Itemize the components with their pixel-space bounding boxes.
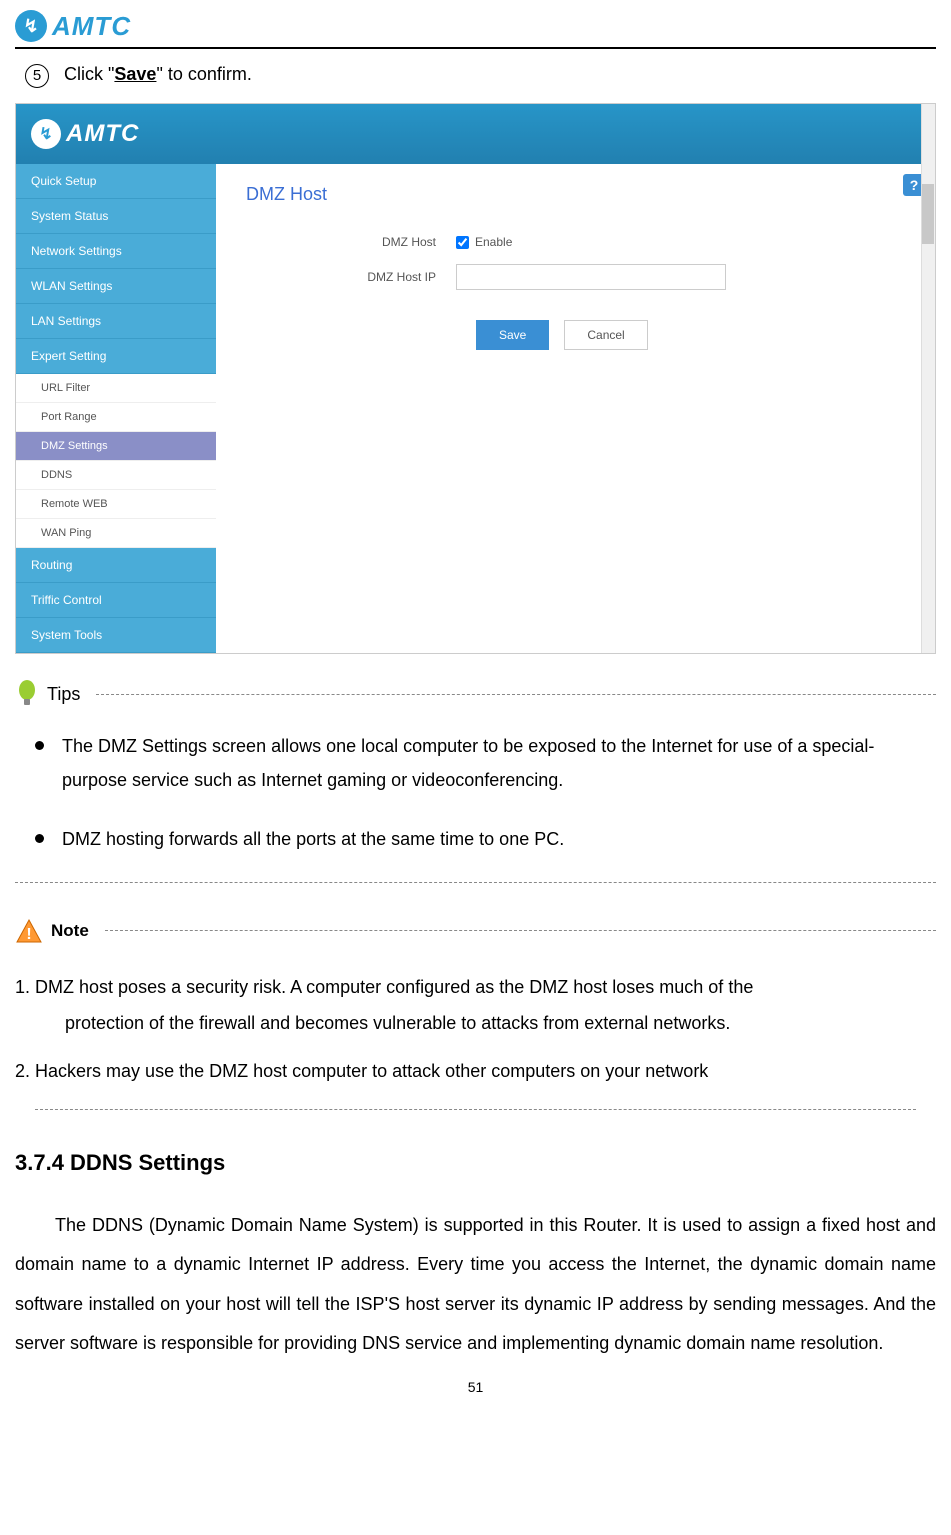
section-heading: 3.7.4 DDNS Settings: [15, 1150, 936, 1176]
bullet-icon: [35, 741, 44, 750]
note-1-num: 1.: [15, 977, 30, 997]
instruction-suffix: " to confirm.: [156, 64, 251, 84]
tips-section: Tips: [15, 679, 936, 709]
label-dmz-ip: DMZ Host IP: [246, 270, 456, 284]
save-button[interactable]: Save: [476, 320, 549, 350]
sidebar-sub-dmz-settings[interactable]: DMZ Settings: [16, 432, 216, 461]
screenshot-header: ↯ AMTC: [16, 104, 935, 164]
step-number: 5: [25, 64, 49, 88]
cancel-button[interactable]: Cancel: [564, 320, 647, 350]
tips-item-2: DMZ hosting forwards all the ports at th…: [35, 822, 936, 856]
sidebar-sub-port-range[interactable]: Port Range: [16, 403, 216, 432]
tips-list: The DMZ Settings screen allows one local…: [35, 729, 936, 857]
tips-item-1: The DMZ Settings screen allows one local…: [35, 729, 936, 797]
section-paragraph: The DDNS (Dynamic Domain Name System) is…: [15, 1206, 936, 1364]
sidebar: Quick Setup System Status Network Settin…: [16, 164, 216, 653]
enable-checkbox[interactable]: [456, 236, 469, 249]
screenshot-logo-text: AMTC: [66, 120, 139, 148]
sidebar-sub-remote-web[interactable]: Remote WEB: [16, 490, 216, 519]
form-row-dmz-host: DMZ Host Enable: [246, 235, 905, 249]
form-row-dmz-ip: DMZ Host IP: [246, 264, 905, 290]
page-title: DMZ Host: [246, 184, 905, 205]
note-1-text-1: DMZ host poses a security risk. A comput…: [35, 977, 753, 997]
dashed-divider: [96, 694, 936, 695]
main-content: ? DMZ Host DMZ Host Enable DMZ Host IP S…: [216, 164, 935, 653]
label-dmz-host: DMZ Host: [246, 235, 456, 249]
bullet-icon: [35, 834, 44, 843]
dmz-ip-input[interactable]: [456, 264, 726, 290]
dashed-divider: [35, 1109, 916, 1110]
sidebar-item-system-tools[interactable]: System Tools: [16, 618, 216, 653]
instruction-step: 5 Click "Save" to confirm.: [0, 64, 951, 103]
tips-header: Tips: [15, 679, 936, 709]
header-divider: [15, 47, 936, 49]
router-screenshot: ↯ AMTC Quick Setup System Status Network…: [15, 103, 936, 654]
note-item-2: 2. Hackers may use the DMZ host computer…: [15, 1053, 936, 1089]
sidebar-sub-wan-ping[interactable]: WAN Ping: [16, 519, 216, 548]
note-2-num: 2.: [15, 1061, 30, 1081]
tips-item-2-text: DMZ hosting forwards all the ports at th…: [62, 822, 564, 856]
tips-item-1-text: The DMZ Settings screen allows one local…: [62, 729, 936, 797]
warning-icon: !: [15, 918, 43, 944]
sidebar-item-network-settings[interactable]: Network Settings: [16, 234, 216, 269]
note-section: ! Note: [15, 918, 936, 944]
screenshot-logo-icon: ↯: [31, 119, 61, 149]
logo-icon: ↯: [15, 10, 47, 42]
scrollbar-thumb[interactable]: [922, 184, 934, 244]
page-header: ↯ AMTC: [0, 0, 951, 42]
note-item-1: 1. DMZ host poses a security risk. A com…: [15, 969, 936, 1041]
screenshot-body: Quick Setup System Status Network Settin…: [16, 164, 935, 653]
sidebar-item-triffic-control[interactable]: Triffic Control: [16, 583, 216, 618]
note-label: Note: [51, 921, 89, 941]
enable-label: Enable: [475, 235, 512, 249]
dashed-divider: [15, 882, 936, 883]
svg-text:!: !: [26, 926, 31, 943]
save-keyword: Save: [114, 64, 156, 84]
sidebar-item-lan-settings[interactable]: LAN Settings: [16, 304, 216, 339]
bulb-icon: [15, 679, 39, 709]
tips-label: Tips: [47, 684, 80, 705]
sidebar-item-wlan-settings[interactable]: WLAN Settings: [16, 269, 216, 304]
page-number: 51: [0, 1379, 951, 1405]
sidebar-sub-url-filter[interactable]: URL Filter: [16, 374, 216, 403]
scrollbar[interactable]: [921, 104, 935, 653]
button-row: Save Cancel: [476, 320, 905, 350]
sidebar-item-routing[interactable]: Routing: [16, 548, 216, 583]
sidebar-item-quick-setup[interactable]: Quick Setup: [16, 164, 216, 199]
sidebar-item-expert-setting[interactable]: Expert Setting: [16, 339, 216, 374]
enable-checkbox-wrap[interactable]: Enable: [456, 235, 905, 249]
note-1-text-2: protection of the firewall and becomes v…: [15, 1005, 936, 1041]
brand-logo: ↯ AMTC: [15, 10, 936, 42]
note-2-text: Hackers may use the DMZ host computer to…: [35, 1061, 708, 1081]
dashed-divider: [105, 930, 936, 931]
instruction-prefix: Click ": [64, 64, 114, 84]
note-list: 1. DMZ host poses a security risk. A com…: [15, 969, 936, 1089]
note-header: ! Note: [15, 918, 936, 944]
logo-text: AMTC: [52, 11, 131, 42]
sidebar-sub-ddns[interactable]: DDNS: [16, 461, 216, 490]
sidebar-item-system-status[interactable]: System Status: [16, 199, 216, 234]
